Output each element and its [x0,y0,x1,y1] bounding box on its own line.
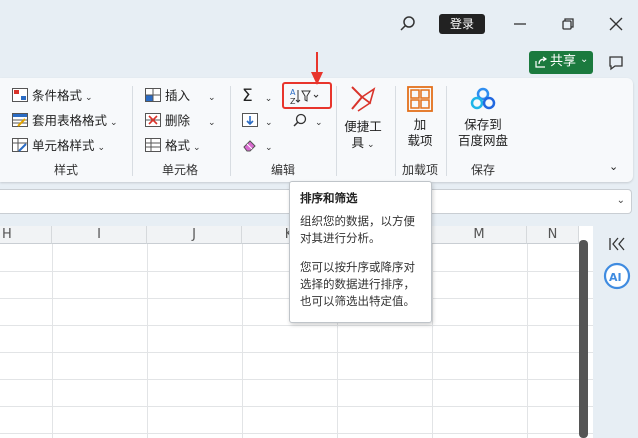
svg-text:AI: AI [609,271,622,284]
share-button[interactable]: 共享 ⌄ [529,51,593,74]
svg-text:A: A [290,88,296,97]
red-arrow-annotation [311,52,323,85]
ribbon-expand-icon[interactable]: ⌄ [609,160,618,173]
group-label-addins: 加载项 [402,163,439,177]
side-pane [594,226,638,438]
grid-divider [527,244,528,438]
save-label-2: 百度网盘 [457,133,508,148]
share-icon [535,56,548,68]
group-divider [132,86,133,176]
save-to-baidu-button[interactable]: 保存到 百度网盘 [455,85,511,149]
cell-style-icon [12,138,28,152]
conditional-format-icon [12,88,28,102]
delete-button[interactable]: 删除 ⌄ [145,111,216,131]
sort-filter-icon: A Z [290,88,319,106]
conditional-format-label: 条件格式 [32,88,83,103]
format-label: 格式 [165,138,191,153]
grid-divider [0,352,593,353]
fill-down-icon [242,113,258,127]
format-cells-icon [145,138,161,152]
clear-button[interactable]: ⌄ [242,136,273,156]
delete-label: 删除 [165,113,191,128]
format-button[interactable]: 格式 ⌄ [145,136,201,156]
fill-button[interactable]: ⌄ [242,111,273,131]
delete-cells-icon [145,113,161,127]
group-label-save: 保存 [471,163,496,177]
insert-button[interactable]: 插入 ⌄ [145,86,216,106]
addins-label-2: 载项 [407,133,433,148]
grid-divider [0,433,593,434]
find-select-button[interactable]: ⌄ [292,111,323,131]
ribbon: 条件格式 ⌄ 套用表格格式 ⌄ 单元格样式 ⌄ 样式 插入 ⌄ 删除 ⌄ 格式 … [0,78,633,182]
tooltip-title: 排序和筛选 [300,191,358,205]
eraser-icon [243,140,256,152]
baidu-netdisk-icon [470,87,496,110]
comment-icon[interactable] [607,54,625,72]
addins-button[interactable]: 加 载项 [401,85,439,149]
group-divider [395,86,396,176]
vertical-scrollbar[interactable] [579,240,588,438]
insert-cells-icon [145,88,161,102]
column-header[interactable]: N [527,226,579,244]
sort-filter-tooltip: 排序和筛选 组织您的数据，以方便对其进行分析。 您可以按升序或降序对选择的数据进… [289,181,432,323]
chevron-down-icon[interactable]: ⌄ [617,195,625,206]
collapse-pane-icon[interactable] [608,236,626,252]
group-divider [230,86,231,176]
group-divider [446,86,447,176]
grid-divider [0,406,593,407]
group-label-styles: 样式 [54,163,79,177]
login-button[interactable]: 登录 [439,14,485,34]
title-bar: 登录 [0,0,638,48]
grid-divider [0,325,593,326]
addins-icon [407,86,433,112]
column-header[interactable]: I [52,226,147,244]
close-icon[interactable] [604,12,628,36]
column-header[interactable]: M [432,226,527,244]
table-format-label: 套用表格格式 [32,113,108,128]
restore-icon[interactable] [556,12,580,36]
sigma-icon: Σ [242,86,253,106]
table-format-button[interactable]: 套用表格格式 ⌄ [12,111,118,131]
grid-divider [432,244,433,438]
save-label-1: 保存到 [464,117,502,132]
insert-label: 插入 [165,88,191,103]
cell-style-label: 单元格样式 [32,138,95,153]
svg-text:Z: Z [290,97,296,106]
share-label: 共享 [550,54,577,69]
grid-divider [242,244,243,438]
minimize-icon[interactable] [508,12,532,36]
grid-divider [147,244,148,438]
conditional-format-button[interactable]: 条件格式 ⌄ [12,86,93,106]
quick-tools-label-2: 具 ⌄ [351,135,375,150]
grid-divider [52,244,53,438]
column-header[interactable]: J [147,226,242,244]
search-icon[interactable] [398,14,418,34]
group-label-editing: 编辑 [271,163,296,177]
group-divider [336,86,337,176]
autosum-button[interactable]: Σ ⌄ [242,86,272,106]
ai-assistant-icon[interactable]: AI [603,262,631,290]
tooltip-description: 您可以按升序或降序对选择的数据进行排序，也可以筛选出特定值。 [300,260,415,308]
quick-tools-button[interactable]: 便捷工 具 ⌄ [343,83,383,153]
table-format-icon [12,113,28,127]
chevron-down-icon: ⌄ [580,54,589,65]
find-icon [293,113,307,127]
grid-divider [0,379,593,380]
quick-tools-icon [351,86,376,112]
group-label-cells: 单元格 [162,163,199,177]
quick-tools-label-1: 便捷工 [344,119,382,134]
cell-style-button[interactable]: 单元格样式 ⌄ [12,136,105,156]
addins-label-1: 加 [413,117,427,132]
tooltip-description: 组织您的数据，以方便对其进行分析。 [300,214,415,245]
column-header[interactable]: H [0,226,52,244]
